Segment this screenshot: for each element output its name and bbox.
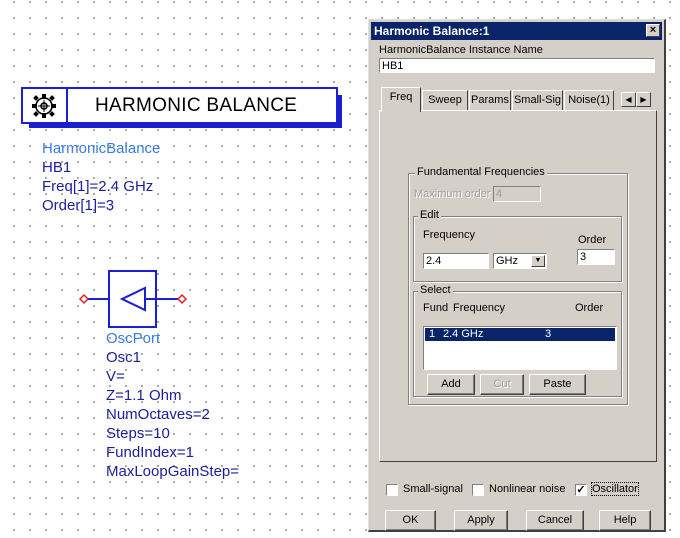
tab-params-label: Params	[471, 94, 509, 106]
instance-name-label: HarmonicBalance Instance Name	[379, 44, 543, 56]
order-input[interactable]: 3	[577, 249, 615, 265]
hb-param-instance: HB1	[42, 159, 72, 176]
cut-button[interactable]: Cut	[480, 374, 524, 395]
ok-button[interactable]: OK	[385, 510, 436, 531]
small-signal-label: Small-signal	[403, 483, 463, 495]
nonlinear-noise-checkbox[interactable]	[472, 484, 484, 496]
tab-noise-label: Noise(1)	[568, 94, 610, 106]
frequency-column-header: Frequency	[453, 302, 505, 314]
frequency-input[interactable]: 2.4	[423, 253, 489, 269]
unit-select[interactable]: GHz ▼	[493, 253, 547, 269]
frequency-list[interactable]: 1 2.4 GHz 3	[423, 326, 617, 370]
fundamental-frequencies-group: Fundamental Frequencies Maximum order 4 …	[408, 166, 628, 405]
frequency-label: Frequency	[423, 229, 475, 241]
osc-param-numoctaves: NumOctaves=2	[106, 406, 210, 423]
tab-noise[interactable]: Noise(1)	[564, 90, 614, 111]
add-button[interactable]: Add	[427, 374, 475, 395]
order-column-header: Order	[575, 302, 604, 314]
osc-component-name: OscPort	[106, 330, 161, 347]
edit-group: Edit Frequency Order 2.4 GHz ▼ 3	[413, 209, 622, 282]
harmonic-balance-component[interactable]: HARMONIC BALANCE	[21, 87, 342, 128]
apply-button[interactable]: Apply	[454, 510, 508, 531]
fund-column-header: Fund	[423, 302, 449, 314]
edit-group-label: Edit	[418, 209, 441, 221]
instance-name-input[interactable]: HB1	[379, 58, 655, 73]
tab-small-sig-label: Small-Sig	[513, 94, 562, 106]
hb-component-name: HarmonicBalance	[42, 140, 161, 157]
component-divider	[66, 89, 68, 122]
hb-component-parameters: HarmonicBalance HB1 Freq[1]=2.4 GHz Orde…	[42, 139, 160, 215]
nonlinear-noise-label: Nonlinear noise	[489, 483, 566, 495]
select-group: Select Fund Frequency Order 1 2.4 GHz 3 …	[413, 284, 622, 397]
tab-freq[interactable]: Freq	[381, 87, 421, 112]
unit-select-value: GHz	[496, 255, 518, 267]
close-button[interactable]: ×	[646, 24, 660, 37]
hb-param-freq: Freq[1]=2.4 GHz	[42, 178, 154, 195]
dialog-title: Harmonic Balance:1	[374, 24, 490, 38]
fundamental-frequencies-label: Fundamental Frequencies	[415, 166, 547, 178]
cancel-button[interactable]: Cancel	[526, 510, 584, 531]
help-button[interactable]: Help	[599, 510, 651, 531]
osc-param-instance: Osc1	[106, 349, 142, 366]
tab-scroll-left-button[interactable]: ◀	[621, 92, 636, 107]
order-label: Order	[578, 234, 607, 246]
oscillator-label: Oscillator	[591, 482, 639, 496]
freq-tab-panel: Fundamental Frequencies Maximum order 4 …	[379, 110, 657, 462]
tab-freq-label: Freq	[389, 91, 413, 103]
tab-scroll-right-button[interactable]: ▶	[636, 92, 651, 107]
tab-small-sig[interactable]: Small-Sig	[512, 90, 563, 111]
osc-param-z: Z=1.1 Ohm	[106, 387, 182, 404]
chevron-down-icon[interactable]: ▼	[531, 255, 545, 267]
osc-param-steps: Steps=10	[106, 425, 170, 442]
osc-param-v: V=	[106, 368, 125, 385]
list-item-order: 3	[545, 328, 552, 340]
gear-icon	[32, 94, 56, 118]
osc-port-symbol[interactable]	[78, 270, 204, 330]
harmonic-balance-dialog: Harmonic Balance:1 × HarmonicBalance Ins…	[368, 19, 666, 532]
list-item-frequency: 2.4 GHz	[443, 328, 484, 340]
small-signal-checkbox[interactable]	[386, 484, 398, 496]
oscillator-checkbox[interactable]: ✓	[575, 484, 587, 496]
maximum-order-input[interactable]: 4	[493, 186, 541, 202]
select-group-label: Select	[418, 284, 453, 296]
component-title: HARMONIC BALANCE	[95, 95, 298, 116]
paste-button[interactable]: Paste	[529, 374, 586, 395]
maximum-order-label: Maximum order	[414, 188, 491, 200]
tab-params[interactable]: Params	[469, 90, 511, 111]
tab-sweep[interactable]: Sweep	[422, 90, 468, 111]
list-item[interactable]: 1 2.4 GHz 3	[425, 328, 615, 341]
osc-component-parameters: OscPort Osc1 V= Z=1.1 Ohm NumOctaves=2 S…	[106, 329, 239, 481]
tab-sweep-label: Sweep	[428, 94, 462, 106]
hb-param-order: Order[1]=3	[42, 197, 115, 214]
osc-param-fundindex: FundIndex=1	[106, 444, 194, 461]
osc-param-maxloopgainstep: MaxLoopGainStep=	[106, 463, 240, 480]
dialog-titlebar[interactable]: Harmonic Balance:1 ×	[371, 22, 662, 40]
list-item-fund: 1	[429, 328, 436, 340]
